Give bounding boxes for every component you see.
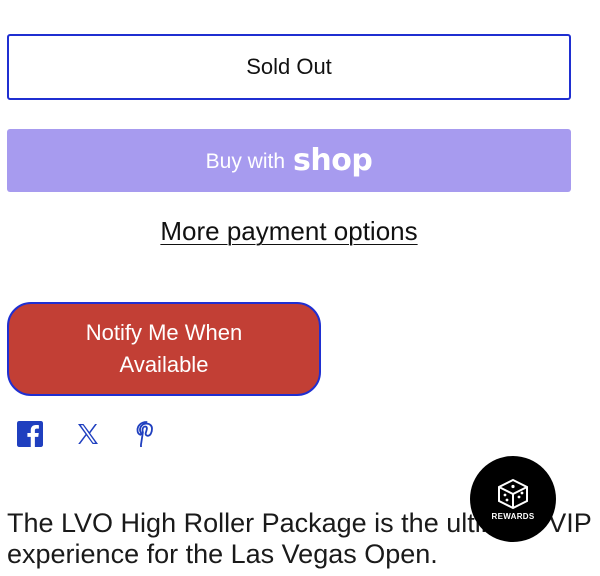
- buy-with-label: Buy with: [205, 149, 286, 173]
- facebook-icon[interactable]: [16, 420, 44, 448]
- notify-me-button[interactable]: Notify Me When Available: [7, 302, 321, 396]
- x-icon[interactable]: [74, 420, 102, 448]
- more-payment-options-link[interactable]: More payment options: [0, 216, 578, 247]
- dice-icon: [498, 478, 528, 509]
- notify-me-label: Notify Me When Available: [85, 320, 243, 377]
- pinterest-icon[interactable]: [132, 420, 160, 448]
- sold-out-button[interactable]: Sold Out: [7, 34, 571, 100]
- sold-out-label: Sold Out: [246, 54, 332, 79]
- rewards-label: REWARDS: [491, 511, 535, 521]
- shop-logo: shop: [293, 143, 373, 178]
- buy-with-shop-button[interactable]: Buy with shop: [7, 129, 571, 192]
- rewards-widget-button[interactable]: REWARDS: [470, 456, 556, 542]
- product-purchase-panel: Sold Out Buy with shop More payment opti…: [0, 0, 600, 576]
